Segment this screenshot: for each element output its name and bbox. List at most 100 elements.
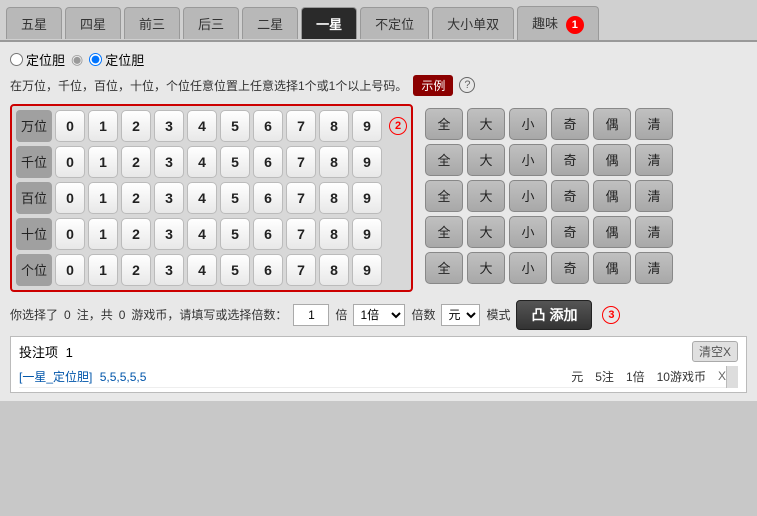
clear-all-button[interactable]: 清空X <box>692 341 738 362</box>
btn-wan-2[interactable]: 2 <box>121 110 151 142</box>
btn-ge-2[interactable]: 2 <box>121 254 151 286</box>
btn-qian-6[interactable]: 6 <box>253 146 283 178</box>
btn-ge-clear[interactable]: 清 <box>635 252 673 284</box>
radio-dingweidan2[interactable] <box>89 53 102 66</box>
btn-qian-7[interactable]: 7 <box>286 146 316 178</box>
tab-erxing[interactable]: 二星 <box>242 7 298 39</box>
btn-bai-6[interactable]: 6 <box>253 182 283 214</box>
btn-bai-all[interactable]: 全 <box>425 180 463 212</box>
btn-ge-7[interactable]: 7 <box>286 254 316 286</box>
btn-qian-clear[interactable]: 清 <box>635 144 673 176</box>
btn-wan-1[interactable]: 1 <box>88 110 118 142</box>
radio-label-2[interactable]: 定位胆 <box>89 50 144 69</box>
btn-wan-clear[interactable]: 清 <box>635 108 673 140</box>
tab-housan[interactable]: 后三 <box>183 7 239 39</box>
btn-ge-odd[interactable]: 奇 <box>551 252 589 284</box>
btn-bai-1[interactable]: 1 <box>88 182 118 214</box>
btn-qian-big[interactable]: 大 <box>467 144 505 176</box>
btn-ge-all[interactable]: 全 <box>425 252 463 284</box>
btn-bai-8[interactable]: 8 <box>319 182 349 214</box>
tab-quwei[interactable]: 趣味 1 <box>517 6 599 40</box>
btn-shi-odd[interactable]: 奇 <box>551 216 589 248</box>
btn-wan-6[interactable]: 6 <box>253 110 283 142</box>
btn-bai-9[interactable]: 9 <box>352 182 382 214</box>
btn-bai-3[interactable]: 3 <box>154 182 184 214</box>
bet-remove-button[interactable]: X <box>718 369 726 383</box>
currency-select[interactable]: 元 <box>441 304 480 326</box>
btn-wan-small[interactable]: 小 <box>509 108 547 140</box>
example-button[interactable]: 示例 <box>413 75 453 96</box>
radio-dingweidan1[interactable] <box>10 53 23 66</box>
btn-shi-small[interactable]: 小 <box>509 216 547 248</box>
tab-yixing[interactable]: 一星 <box>301 7 357 39</box>
btn-ge-5[interactable]: 5 <box>220 254 250 286</box>
btn-qian-5[interactable]: 5 <box>220 146 250 178</box>
btn-bai-small[interactable]: 小 <box>509 180 547 212</box>
btn-bai-big[interactable]: 大 <box>467 180 505 212</box>
btn-bai-odd[interactable]: 奇 <box>551 180 589 212</box>
btn-wan-3[interactable]: 3 <box>154 110 184 142</box>
tab-budingwei[interactable]: 不定位 <box>360 7 429 39</box>
btn-wan-odd[interactable]: 奇 <box>551 108 589 140</box>
btn-ge-8[interactable]: 8 <box>319 254 349 286</box>
btn-wan-7[interactable]: 7 <box>286 110 316 142</box>
btn-shi-7[interactable]: 7 <box>286 218 316 250</box>
btn-shi-8[interactable]: 8 <box>319 218 349 250</box>
btn-wan-5[interactable]: 5 <box>220 110 250 142</box>
btn-qian-9[interactable]: 9 <box>352 146 382 178</box>
btn-ge-small[interactable]: 小 <box>509 252 547 284</box>
btn-qian-0[interactable]: 0 <box>55 146 85 178</box>
btn-shi-0[interactable]: 0 <box>55 218 85 250</box>
btn-qian-even[interactable]: 偶 <box>593 144 631 176</box>
btn-bai-0[interactable]: 0 <box>55 182 85 214</box>
btn-shi-all[interactable]: 全 <box>425 216 463 248</box>
btn-ge-6[interactable]: 6 <box>253 254 283 286</box>
btn-qian-odd[interactable]: 奇 <box>551 144 589 176</box>
btn-shi-9[interactable]: 9 <box>352 218 382 250</box>
tab-wuxing[interactable]: 五星 <box>6 7 62 39</box>
btn-qian-2[interactable]: 2 <box>121 146 151 178</box>
btn-shi-4[interactable]: 4 <box>187 218 217 250</box>
btn-shi-3[interactable]: 3 <box>154 218 184 250</box>
btn-wan-big[interactable]: 大 <box>467 108 505 140</box>
btn-ge-even[interactable]: 偶 <box>593 252 631 284</box>
btn-qian-1[interactable]: 1 <box>88 146 118 178</box>
btn-ge-1[interactable]: 1 <box>88 254 118 286</box>
tab-daxiodanshuang[interactable]: 大小单双 <box>432 7 514 39</box>
btn-bai-7[interactable]: 7 <box>286 182 316 214</box>
btn-qian-4[interactable]: 4 <box>187 146 217 178</box>
btn-shi-2[interactable]: 2 <box>121 218 151 250</box>
btn-ge-3[interactable]: 3 <box>154 254 184 286</box>
btn-wan-0[interactable]: 0 <box>55 110 85 142</box>
btn-shi-even[interactable]: 偶 <box>593 216 631 248</box>
btn-bai-even[interactable]: 偶 <box>593 180 631 212</box>
add-button[interactable]: 凸 添加 <box>516 300 592 330</box>
btn-shi-big[interactable]: 大 <box>467 216 505 248</box>
btn-bai-2[interactable]: 2 <box>121 182 151 214</box>
btn-ge-4[interactable]: 4 <box>187 254 217 286</box>
btn-wan-9[interactable]: 9 <box>352 110 382 142</box>
btn-qian-8[interactable]: 8 <box>319 146 349 178</box>
btn-wan-all[interactable]: 全 <box>425 108 463 140</box>
btn-qian-3[interactable]: 3 <box>154 146 184 178</box>
btn-bai-5[interactable]: 5 <box>220 182 250 214</box>
btn-wan-even[interactable]: 偶 <box>593 108 631 140</box>
btn-ge-9[interactable]: 9 <box>352 254 382 286</box>
btn-shi-1[interactable]: 1 <box>88 218 118 250</box>
multiplier-select[interactable]: 1倍 2倍 5倍 10倍 <box>353 304 405 326</box>
btn-ge-0[interactable]: 0 <box>55 254 85 286</box>
scrollbar[interactable] <box>726 366 738 388</box>
radio-label-1[interactable]: 定位胆 <box>10 50 65 69</box>
btn-qian-small[interactable]: 小 <box>509 144 547 176</box>
btn-ge-big[interactable]: 大 <box>467 252 505 284</box>
tab-sixing[interactable]: 四星 <box>65 7 121 39</box>
btn-shi-6[interactable]: 6 <box>253 218 283 250</box>
btn-wan-4[interactable]: 4 <box>187 110 217 142</box>
multiplier-input[interactable] <box>293 304 329 326</box>
question-icon[interactable]: ? <box>459 77 475 93</box>
btn-shi-5[interactable]: 5 <box>220 218 250 250</box>
btn-wan-8[interactable]: 8 <box>319 110 349 142</box>
btn-shi-clear[interactable]: 清 <box>635 216 673 248</box>
btn-qian-all[interactable]: 全 <box>425 144 463 176</box>
btn-bai-clear[interactable]: 清 <box>635 180 673 212</box>
